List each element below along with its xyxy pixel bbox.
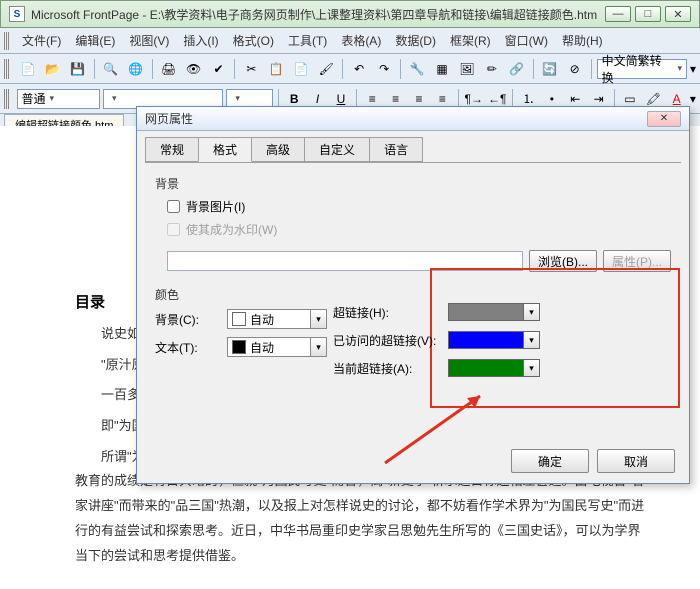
ok-button[interactable]: 确定 <box>511 449 589 473</box>
undo-icon[interactable]: ↶ <box>348 58 370 80</box>
maximize-button[interactable]: □ <box>635 6 661 22</box>
table-icon[interactable]: ▦ <box>431 58 453 80</box>
menu-insert[interactable]: 插入(I) <box>177 29 224 52</box>
color-section-label: 颜色 <box>155 286 671 303</box>
preview-icon[interactable]: 👁 <box>183 58 205 80</box>
drawing-icon[interactable]: ✏ <box>481 58 503 80</box>
redo-icon[interactable]: ↷ <box>373 58 395 80</box>
window-title: Microsoft FrontPage - E:\教学资料\电子商务网页制作\上… <box>31 6 605 23</box>
dialog-title: 网页属性 <box>145 110 647 127</box>
new-icon[interactable]: 📄 <box>17 58 39 80</box>
dialog-titlebar[interactable]: 网页属性 ✕ <box>137 107 689 131</box>
watermark-label: 使其成为水印(W) <box>186 221 277 238</box>
menu-format[interactable]: 格式(O) <box>227 29 280 52</box>
minimize-button[interactable]: — <box>605 6 631 22</box>
active-link-color-combo[interactable]: ▾ <box>448 359 540 377</box>
toolbar-grip[interactable] <box>4 59 10 79</box>
app-icon: S <box>9 6 25 22</box>
menu-frame[interactable]: 框架(R) <box>444 29 497 52</box>
menu-tools[interactable]: 工具(T) <box>282 29 333 52</box>
toolbar-overflow[interactable]: ▾ <box>690 92 696 106</box>
cut-icon[interactable]: ✂ <box>240 58 262 80</box>
visited-link-label: 已访问的超链接(V): <box>333 332 448 349</box>
menu-view[interactable]: 视图(V) <box>123 29 175 52</box>
tab-custom[interactable]: 自定义 <box>304 137 370 162</box>
window-titlebar: S Microsoft FrontPage - E:\教学资料\电子商务网页制作… <box>0 0 700 28</box>
close-button[interactable]: ✕ <box>665 6 691 22</box>
bg-section-label: 背景 <box>155 175 671 192</box>
hyperlink-icon[interactable]: 🔗 <box>506 58 528 80</box>
tab-language[interactable]: 语言 <box>369 137 423 162</box>
image-icon[interactable]: 🖼 <box>456 58 478 80</box>
visited-link-color-combo[interactable]: ▾ <box>448 331 540 349</box>
tab-advanced[interactable]: 高级 <box>251 137 305 162</box>
toolbar-overflow[interactable]: ▾ <box>690 62 696 76</box>
search-icon[interactable]: 🔍 <box>100 58 122 80</box>
dialog-tabs: 常规 格式 高级 自定义 语言 <box>137 131 689 162</box>
toolbar-grip[interactable] <box>4 32 10 50</box>
bg-path-input[interactable] <box>167 251 523 271</box>
hyperlink-color-combo[interactable]: ▾ <box>448 303 540 321</box>
text-color-combo[interactable]: 自动▾ <box>227 337 327 357</box>
hyperlink-label: 超链接(H): <box>333 304 448 321</box>
standard-toolbar: 📄 📂 💾 🔍 🌐 🖨 👁 ✔ ✂ 📋 📄 🖌 ↶ ↷ 🔧 ▦ 🖼 ✏ 🔗 🔄 … <box>0 54 700 84</box>
publish-icon[interactable]: 🌐 <box>125 58 147 80</box>
watermark-checkbox <box>167 223 180 236</box>
menu-data[interactable]: 数据(D) <box>389 29 442 52</box>
spell-icon[interactable]: ✔ <box>208 58 230 80</box>
dialog-close-button[interactable]: ✕ <box>647 111 681 127</box>
component-icon[interactable]: 🔧 <box>406 58 428 80</box>
ime-combo[interactable]: 中文简繁转换▾ <box>597 59 687 79</box>
stop-icon[interactable]: ⊘ <box>564 58 586 80</box>
bg-color-label: 背景(C): <box>155 311 227 328</box>
bg-color-combo[interactable]: 自动▾ <box>227 309 327 329</box>
refresh-icon[interactable]: 🔄 <box>539 58 561 80</box>
style-combo[interactable]: 普通▾ <box>17 89 101 109</box>
menu-file[interactable]: 文件(F) <box>16 29 67 52</box>
cancel-button[interactable]: 取消 <box>597 449 675 473</box>
menu-table[interactable]: 表格(A) <box>335 29 387 52</box>
format-painter-icon[interactable]: 🖌 <box>315 58 337 80</box>
tab-general[interactable]: 常规 <box>145 137 199 162</box>
copy-icon[interactable]: 📋 <box>265 58 287 80</box>
save-icon[interactable]: 💾 <box>67 58 89 80</box>
menu-window[interactable]: 窗口(W) <box>499 29 554 52</box>
menu-edit[interactable]: 编辑(E) <box>69 29 121 52</box>
page-properties-dialog: 网页属性 ✕ 常规 格式 高级 自定义 语言 背景 背景图片(I) 使其成为水印… <box>136 106 690 484</box>
menu-help[interactable]: 帮助(H) <box>556 29 609 52</box>
print-icon[interactable]: 🖨 <box>158 58 180 80</box>
text-color-label: 文本(T): <box>155 339 227 356</box>
menu-bar: 文件(F) 编辑(E) 视图(V) 插入(I) 格式(O) 工具(T) 表格(A… <box>0 28 700 54</box>
annotation-arrow-icon <box>375 388 495 468</box>
properties-button: 属性(P)... <box>603 250 671 272</box>
browse-button[interactable]: 浏览(B)... <box>529 250 597 272</box>
bg-image-label: 背景图片(I) <box>186 198 245 215</box>
toolbar-grip[interactable] <box>4 89 10 109</box>
bg-image-checkbox[interactable] <box>167 200 180 213</box>
tab-format[interactable]: 格式 <box>198 137 252 162</box>
open-icon[interactable]: 📂 <box>42 58 64 80</box>
paste-icon[interactable]: 📄 <box>290 58 312 80</box>
active-link-label: 当前超链接(A): <box>333 360 448 377</box>
